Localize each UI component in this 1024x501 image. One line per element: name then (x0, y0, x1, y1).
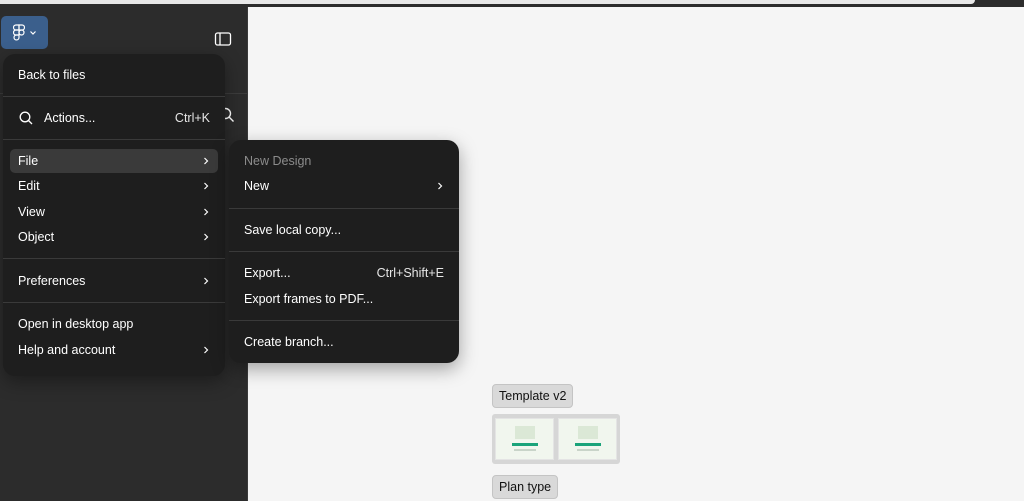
object-label: Object (18, 230, 55, 244)
frame-label-template-v2[interactable]: Template v2 (492, 384, 574, 408)
panel-toggle-icon[interactable] (213, 30, 233, 48)
file-label: File (18, 154, 39, 168)
export-shortcut: Ctrl+Shift+E (376, 266, 444, 280)
edit-label: Edit (18, 179, 40, 193)
browser-top-bar (0, 0, 1024, 7)
search-icon (19, 111, 33, 125)
save-local-label: Save local copy... (244, 223, 342, 237)
help-and-account-item[interactable]: Help and account (10, 338, 218, 362)
figma-logo-icon (12, 23, 25, 41)
menu-divider (3, 139, 225, 140)
create-branch-item[interactable]: Create branch... (236, 330, 452, 354)
menu-divider (3, 302, 225, 303)
help-label: Help and account (18, 343, 116, 357)
file-menu-item[interactable]: File (10, 149, 218, 173)
chevron-right-icon (204, 182, 209, 190)
frame-thumbnail[interactable] (558, 418, 617, 460)
main-menu-button[interactable] (1, 16, 48, 49)
frame-thumbnail[interactable] (495, 418, 554, 460)
chevron-right-icon (204, 157, 209, 165)
frame-label-plan-type[interactable]: Plan type (492, 475, 559, 499)
file-name-item: New Design (236, 149, 452, 173)
menu-divider (229, 320, 459, 321)
create-branch-label: Create branch... (244, 335, 334, 349)
chevron-down-icon (29, 30, 36, 35)
actions-label: Actions... (44, 111, 96, 125)
file-name-label: New Design (244, 154, 312, 168)
preferences-menu-item[interactable]: Preferences (10, 269, 218, 293)
chevron-right-icon (438, 182, 443, 190)
chevron-right-icon (204, 346, 209, 354)
menu-divider (229, 208, 459, 209)
new-label: New (244, 179, 270, 193)
menu-divider (3, 96, 225, 97)
object-menu-item[interactable]: Object (10, 225, 218, 249)
export-pdf-label: Export frames to PDF... (244, 292, 374, 306)
edit-menu-item[interactable]: Edit (10, 174, 218, 198)
chevron-right-icon (204, 277, 209, 285)
save-local-copy-item[interactable]: Save local copy... (236, 218, 452, 242)
frame-thumbnails (492, 414, 620, 464)
top-bar-strip (0, 0, 975, 4)
back-to-files-label: Back to files (18, 68, 86, 82)
chevron-right-icon (204, 233, 209, 241)
export-label: Export... (244, 266, 291, 280)
menu-divider (3, 258, 225, 259)
export-frames-pdf-item[interactable]: Export frames to PDF... (236, 287, 452, 311)
open-desktop-app-item[interactable]: Open in desktop app (10, 312, 218, 336)
main-menu: Back to files Actions... Ctrl+K File Edi… (3, 54, 225, 376)
view-label: View (18, 205, 45, 219)
file-submenu: New Design New Save local copy... Export… (229, 140, 459, 363)
chevron-right-icon (204, 208, 209, 216)
preferences-label: Preferences (18, 274, 86, 288)
back-to-files-item[interactable]: Back to files (10, 63, 218, 87)
menu-divider (229, 251, 459, 252)
export-item[interactable]: Export... Ctrl+Shift+E (236, 261, 452, 285)
actions-item[interactable]: Actions... Ctrl+K (10, 106, 218, 130)
new-item[interactable]: New (236, 174, 452, 198)
open-desktop-label: Open in desktop app (18, 317, 134, 331)
actions-shortcut: Ctrl+K (174, 111, 210, 125)
view-menu-item[interactable]: View (10, 200, 218, 224)
